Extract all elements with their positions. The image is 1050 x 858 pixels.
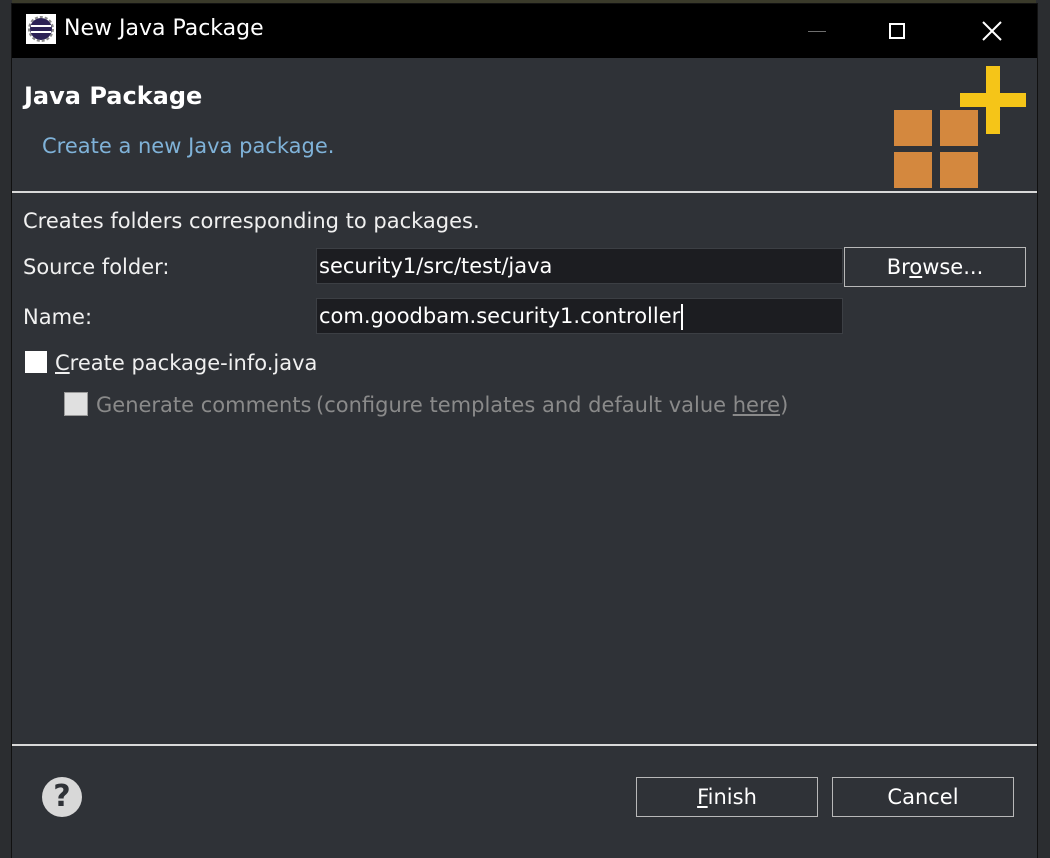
package-name-input[interactable]: com.goodbam.security1.controller xyxy=(316,298,843,334)
eclipse-icon xyxy=(26,14,56,44)
browse-label-part: Br xyxy=(886,255,910,279)
name-label: Name: xyxy=(23,305,93,329)
generate-comments-label: Generate comments xyxy=(96,393,312,417)
browse-button[interactable]: Browse... xyxy=(844,247,1026,287)
window-title: New Java Package xyxy=(64,16,264,41)
wizard-description: Create a new Java package. xyxy=(42,134,335,158)
intro-text: Creates folders corresponding to package… xyxy=(23,209,480,233)
generate-comments-hint: (configure templates and default value h… xyxy=(316,393,788,417)
cancel-button[interactable]: Cancel xyxy=(832,777,1014,817)
generate-comments-checkbox xyxy=(64,392,88,416)
maximize-icon xyxy=(889,23,905,39)
background-editor-right xyxy=(1036,0,1050,858)
close-icon xyxy=(982,21,1002,41)
finish-label: inish xyxy=(707,785,757,809)
source-folder-label: Source folder: xyxy=(23,255,170,279)
create-package-info-label[interactable]: Create package-info.java xyxy=(55,351,317,375)
header-separator xyxy=(12,191,1037,193)
wizard-title: Java Package xyxy=(24,82,203,110)
create-package-info-mnemonic: C xyxy=(55,351,70,375)
package-name-value: com.goodbam.security1.controller xyxy=(319,304,681,328)
minimize-icon xyxy=(808,30,826,32)
browse-mnemonic: o xyxy=(909,255,923,279)
help-icon: ? xyxy=(53,779,71,814)
help-button[interactable]: ? xyxy=(42,777,82,817)
wizard-header: Java Package Create a new Java package. xyxy=(12,58,1037,191)
configure-templates-link: here xyxy=(732,393,781,417)
create-package-info-checkbox[interactable] xyxy=(25,351,47,373)
new-java-package-dialog: New Java Package Java Package Create a n… xyxy=(12,4,1037,858)
footer-separator xyxy=(12,744,1037,746)
create-package-info-text: reate package-info.java xyxy=(69,351,318,375)
generate-comments-hint-text: (configure templates and default value xyxy=(316,393,733,417)
text-caret xyxy=(681,304,684,330)
finish-button[interactable]: Finish xyxy=(636,777,818,817)
cancel-label: Cancel xyxy=(887,785,959,809)
minimize-button[interactable] xyxy=(772,4,862,58)
background-editor-left xyxy=(0,0,12,858)
new-package-icon xyxy=(894,66,1026,188)
browse-label-part: wse... xyxy=(922,255,984,279)
title-bar: New Java Package xyxy=(12,4,1037,58)
maximize-button[interactable] xyxy=(852,4,942,58)
source-folder-input[interactable]: security1/src/test/java xyxy=(316,248,843,284)
source-folder-value: security1/src/test/java xyxy=(319,254,553,278)
finish-mnemonic: F xyxy=(697,785,708,809)
close-button[interactable] xyxy=(947,4,1037,58)
generate-comments-hint-text: ) xyxy=(780,393,789,417)
